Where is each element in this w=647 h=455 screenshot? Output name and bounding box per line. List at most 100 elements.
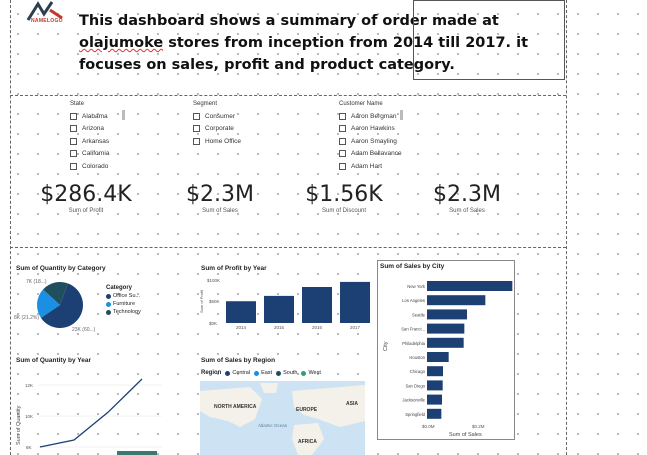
profit-xtick-2014[interactable]: 2014: [236, 325, 247, 330]
map-label-north-america: NORTH AMERICA: [214, 404, 257, 410]
pie-slice-label-office: 23K (60...): [72, 327, 96, 333]
qty-series-line[interactable]: [39, 378, 143, 448]
legend-item-furniture[interactable]: Furniture: [106, 301, 141, 307]
city-label-5[interactable]: Houston: [409, 355, 425, 360]
customer-slicer[interactable]: Customer Name Aaron Bergman Aaron Hawkin…: [339, 101, 409, 173]
sales-by-region-map[interactable]: NORTH AMERICA EUROPE ASIA Atlantic Ocean…: [200, 381, 365, 455]
checkbox[interactable]: [70, 112, 77, 120]
city-xlabel: Sum of Sales: [449, 432, 482, 438]
qty-ytick-2: 12K: [25, 383, 33, 388]
slicer-item[interactable]: Arizona: [70, 123, 130, 136]
card-value: $2.3M: [186, 182, 254, 207]
pie-chart[interactable]: 7K (18...) 8K (21.2%) 23K (60...): [14, 275, 104, 335]
city-bar-1[interactable]: [427, 295, 486, 306]
city-bar-5[interactable]: [427, 352, 449, 362]
city-bar-2[interactable]: [427, 309, 467, 320]
slicer-title: Segment: [193, 101, 218, 107]
profit-xtick-2017[interactable]: 2017: [350, 325, 361, 330]
logo-text: NAMELOGO: [31, 18, 63, 24]
legend-item-south[interactable]: South: [276, 370, 297, 376]
city-label-9[interactable]: Springfield: [405, 412, 425, 417]
slicer-scrollbar[interactable]: [122, 110, 125, 120]
report-canvas: NAMELOGO This dashboard shows a summary …: [0, 0, 647, 455]
region-map-title: Sum of Sales by Region: [201, 357, 276, 364]
slicer-title: Customer Name: [339, 101, 383, 107]
slicer-item[interactable]: Home Office: [193, 135, 263, 148]
legend-item-west[interactable]: West: [301, 370, 321, 376]
slicer-item[interactable]: California: [70, 148, 130, 161]
city-label-6[interactable]: Chicago: [410, 369, 426, 374]
city-label-0[interactable]: New York: [407, 284, 426, 289]
checkbox[interactable]: [193, 112, 200, 120]
city-label-4[interactable]: Philadelphia: [402, 341, 425, 346]
map-land-greenland: [260, 383, 278, 393]
city-label-2[interactable]: Seattle: [412, 312, 426, 317]
slicer-item[interactable]: Alabama: [70, 110, 130, 123]
profit-bar-2016[interactable]: [302, 287, 332, 323]
city-bar-3[interactable]: [427, 323, 465, 334]
qty-ytick-0: 8K: [26, 445, 32, 450]
slicer-item[interactable]: Arkansas: [70, 135, 130, 148]
profit-bar-2014[interactable]: [226, 301, 256, 323]
city-bar-4[interactable]: [427, 337, 464, 348]
quantity-by-year-chart[interactable]: Sum of Quantity 8K 10K 12K: [12, 367, 192, 455]
checkbox[interactable]: [70, 137, 77, 145]
card-profit: $286.4K Sum of Profit: [36, 182, 136, 214]
qty-ytick-1: 10K: [25, 414, 33, 419]
checkbox[interactable]: [339, 125, 346, 133]
city-label-3[interactable]: San Franci...: [401, 327, 425, 332]
city-label-8[interactable]: Jacksonville: [402, 398, 425, 403]
checkbox[interactable]: [339, 162, 346, 170]
slicer-item[interactable]: Corporate: [193, 123, 263, 136]
slicer-scrollbar[interactable]: [400, 110, 403, 120]
legend-item-central[interactable]: Central: [225, 370, 250, 376]
slicer-item[interactable]: Aaron Smayling: [339, 135, 409, 148]
slicer-item[interactable]: Colorado: [70, 160, 130, 173]
profit-xtick-2016[interactable]: 2016: [312, 325, 323, 330]
qty-ylabel: Sum of Quantity: [16, 405, 22, 445]
card-sales-2: $2.3M Sum of Sales: [417, 182, 517, 214]
state-slicer[interactable]: State Alabama Arizona Arkansas Californi…: [70, 101, 130, 173]
overlay-box: [413, 0, 565, 80]
checkbox[interactable]: [70, 162, 77, 170]
profit-xtick-2015[interactable]: 2015: [274, 325, 285, 330]
city-bar-0[interactable]: [427, 281, 513, 291]
slicer-item[interactable]: Aaron Bergman: [339, 110, 409, 123]
checkbox[interactable]: [193, 137, 200, 145]
checkbox[interactable]: [193, 125, 200, 133]
slicer-item[interactable]: Consumer: [193, 110, 263, 123]
city-bar-8[interactable]: [427, 394, 442, 405]
map-label-africa: AFRICA: [298, 439, 317, 445]
segment-slicer[interactable]: Segment Consumer Corporate Home Office: [193, 101, 263, 148]
slicer-item[interactable]: Aaron Hawkins: [339, 123, 409, 136]
city-bar-7[interactable]: [427, 380, 443, 391]
sales-by-city-panel[interactable]: Sum of Sales by City City $0.0M $0.2M Su…: [377, 260, 515, 440]
slicer-title: State: [70, 101, 85, 107]
canvas-scrollbar[interactable]: [117, 451, 157, 455]
city-chart-title: Sum of Sales by City: [380, 263, 445, 270]
legend-item-technology[interactable]: Technology: [106, 309, 141, 315]
checkbox[interactable]: [339, 137, 346, 145]
card-label: Sum of Discount: [321, 208, 367, 214]
legend-item-east[interactable]: East: [254, 370, 272, 376]
checkbox[interactable]: [70, 125, 77, 133]
profit-bar-2017[interactable]: [340, 281, 370, 323]
sales-by-city-chart[interactable]: City $0.0M $0.2M Sum of Sales New York Lo…: [378, 275, 514, 440]
profit-ylabel: Sum of Profit: [199, 289, 204, 313]
slicer-item[interactable]: Adam Hart: [339, 160, 409, 173]
card-sales: $2.3M Sum of Sales: [170, 182, 270, 214]
profit-bar-2015[interactable]: [264, 295, 294, 323]
quantity-line-title: Sum of Quantity by Year: [16, 357, 92, 364]
city-bar-9[interactable]: [427, 408, 442, 419]
checkbox[interactable]: [70, 150, 77, 158]
city-xtick-1: $0.2M: [472, 424, 485, 429]
city-label-1[interactable]: Los Angeles: [402, 298, 425, 303]
profit-by-year-chart[interactable]: Sum of Profit $0K $50K $100K 2014 2015 201…: [196, 273, 376, 335]
checkbox[interactable]: [339, 150, 346, 158]
city-label-7[interactable]: San Diego: [405, 383, 425, 388]
city-bar-6[interactable]: [427, 366, 443, 377]
slicer-item[interactable]: Adam Bellavance: [339, 148, 409, 161]
legend-title: Region: [201, 370, 222, 376]
legend-item-office[interactable]: Office Su...: [106, 293, 141, 299]
checkbox[interactable]: [339, 112, 346, 120]
